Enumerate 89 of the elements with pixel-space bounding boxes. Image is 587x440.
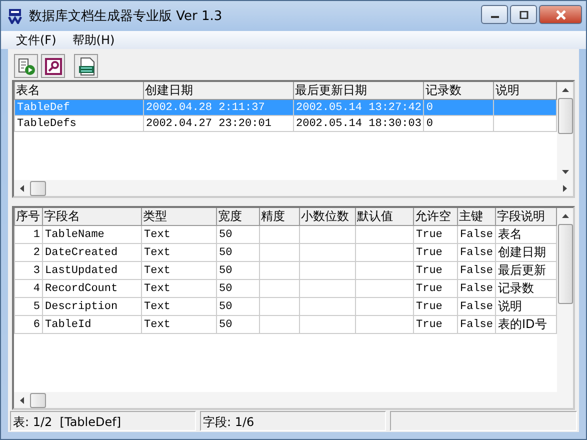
vertical-scrollbar[interactable] xyxy=(557,82,573,180)
table-cell: True xyxy=(414,226,458,244)
table-cell: 50 xyxy=(216,280,260,298)
column-header[interactable]: 类型 xyxy=(142,208,216,226)
column-header[interactable]: 最后更新日期 xyxy=(294,82,424,100)
scroll-thumb[interactable] xyxy=(30,180,46,196)
column-header[interactable]: 宽度 xyxy=(216,208,260,226)
column-header[interactable]: 允许空 xyxy=(414,208,458,226)
column-header[interactable]: 说明 xyxy=(494,82,557,100)
table-cell: True xyxy=(414,244,458,262)
column-header[interactable]: 精度 xyxy=(260,208,300,226)
table-cell: 5 xyxy=(14,298,42,316)
menu-item[interactable]: 文件(F) xyxy=(8,32,64,48)
horizontal-scrollbar[interactable] xyxy=(14,392,573,408)
column-header[interactable]: 小数位数 xyxy=(300,208,356,226)
table-cell: False xyxy=(458,316,496,334)
column-header[interactable]: 表名 xyxy=(14,82,144,100)
maximize-icon xyxy=(518,10,528,18)
table-cell: False xyxy=(458,280,496,298)
table-cell: RecordCount xyxy=(42,280,142,298)
table-cell: Text xyxy=(142,316,216,334)
table-cell: 2002.05.14 13:27:42 xyxy=(294,100,424,116)
column-header[interactable]: 创建日期 xyxy=(144,82,294,100)
toolbar-button[interactable] xyxy=(74,54,98,78)
scroll-down-icon[interactable] xyxy=(562,170,569,174)
table-cell: False xyxy=(458,262,496,280)
window-title: 数据库文档生成器专业版 Ver 1.3 xyxy=(29,8,224,25)
scroll-thumb[interactable] xyxy=(558,224,573,304)
table-cell: False xyxy=(458,298,496,316)
column-header[interactable]: 序号 xyxy=(14,208,42,226)
table-cell: TableName xyxy=(42,226,142,244)
menu-item[interactable]: 帮助(H) xyxy=(64,32,123,48)
column-header[interactable]: 默认值 xyxy=(356,208,414,226)
maximize-button[interactable] xyxy=(510,5,537,24)
table-cell: LastUpdated xyxy=(42,262,142,280)
toolbar-button[interactable] xyxy=(14,54,38,78)
rtf-document-icon xyxy=(76,56,96,76)
table-cell: TableDef xyxy=(14,100,144,116)
minimize-button[interactable] xyxy=(481,5,508,24)
toolbar-button[interactable] xyxy=(41,54,65,78)
table-cell: DateCreated xyxy=(42,244,142,262)
table-cell: 2002.04.28 2:11:37 xyxy=(144,100,294,116)
scroll-up-icon[interactable] xyxy=(562,214,569,218)
app-icon xyxy=(7,8,23,24)
table-cell: Text xyxy=(142,262,216,280)
table-cell: 1 xyxy=(14,226,42,244)
table-cell: TableDefs xyxy=(14,116,144,132)
table-cell: Text xyxy=(142,280,216,298)
table-cell: True xyxy=(414,316,458,334)
column-header[interactable]: 字段说明 xyxy=(496,208,557,226)
table-cell: 0 xyxy=(424,100,494,116)
table-cell: 50 xyxy=(216,226,260,244)
vertical-scrollbar[interactable] xyxy=(557,208,573,392)
scroll-thumb[interactable] xyxy=(30,392,46,408)
status-text: 表: 1/2 [TableDef] xyxy=(10,411,196,431)
table-cell: False xyxy=(458,244,496,262)
run-document-icon xyxy=(16,56,36,76)
table-cell: False xyxy=(458,226,496,244)
table-cell: Text xyxy=(142,298,216,316)
horizontal-scrollbar[interactable] xyxy=(14,180,573,196)
scroll-left-icon[interactable] xyxy=(20,396,24,404)
scroll-right-icon[interactable] xyxy=(563,184,567,192)
close-icon xyxy=(554,10,566,20)
table-cell: True xyxy=(414,298,458,316)
column-header[interactable]: 主键 xyxy=(458,208,496,226)
table-cell: TableId xyxy=(42,316,142,334)
column-header[interactable]: 记录数 xyxy=(424,82,494,100)
table-cell: 3 xyxy=(14,262,42,280)
table-cell: 50 xyxy=(216,298,260,316)
scroll-thumb[interactable] xyxy=(558,98,573,134)
table-cell: 50 xyxy=(216,244,260,262)
scroll-left-icon[interactable] xyxy=(20,184,24,192)
table-cell: True xyxy=(414,280,458,298)
table-cell: 6 xyxy=(14,316,42,334)
table-cell: 2002.04.27 23:20:01 xyxy=(144,116,294,132)
table-cell: 50 xyxy=(216,316,260,334)
status-text: 字段: 1/6 xyxy=(200,411,386,431)
table-cell: True xyxy=(414,262,458,280)
close-button[interactable] xyxy=(539,5,582,24)
scroll-up-icon[interactable] xyxy=(562,88,569,92)
column-header[interactable]: 字段名 xyxy=(42,208,142,226)
table-cell: Description xyxy=(42,298,142,316)
table-cell: 0 xyxy=(424,116,494,132)
table-cell: Text xyxy=(142,244,216,262)
table-cell: 2 xyxy=(14,244,42,262)
table-cell: 4 xyxy=(14,280,42,298)
table-cell: 50 xyxy=(216,262,260,280)
table-cell: Text xyxy=(142,226,216,244)
table-cell: 2002.05.14 18:30:03 xyxy=(294,116,424,132)
